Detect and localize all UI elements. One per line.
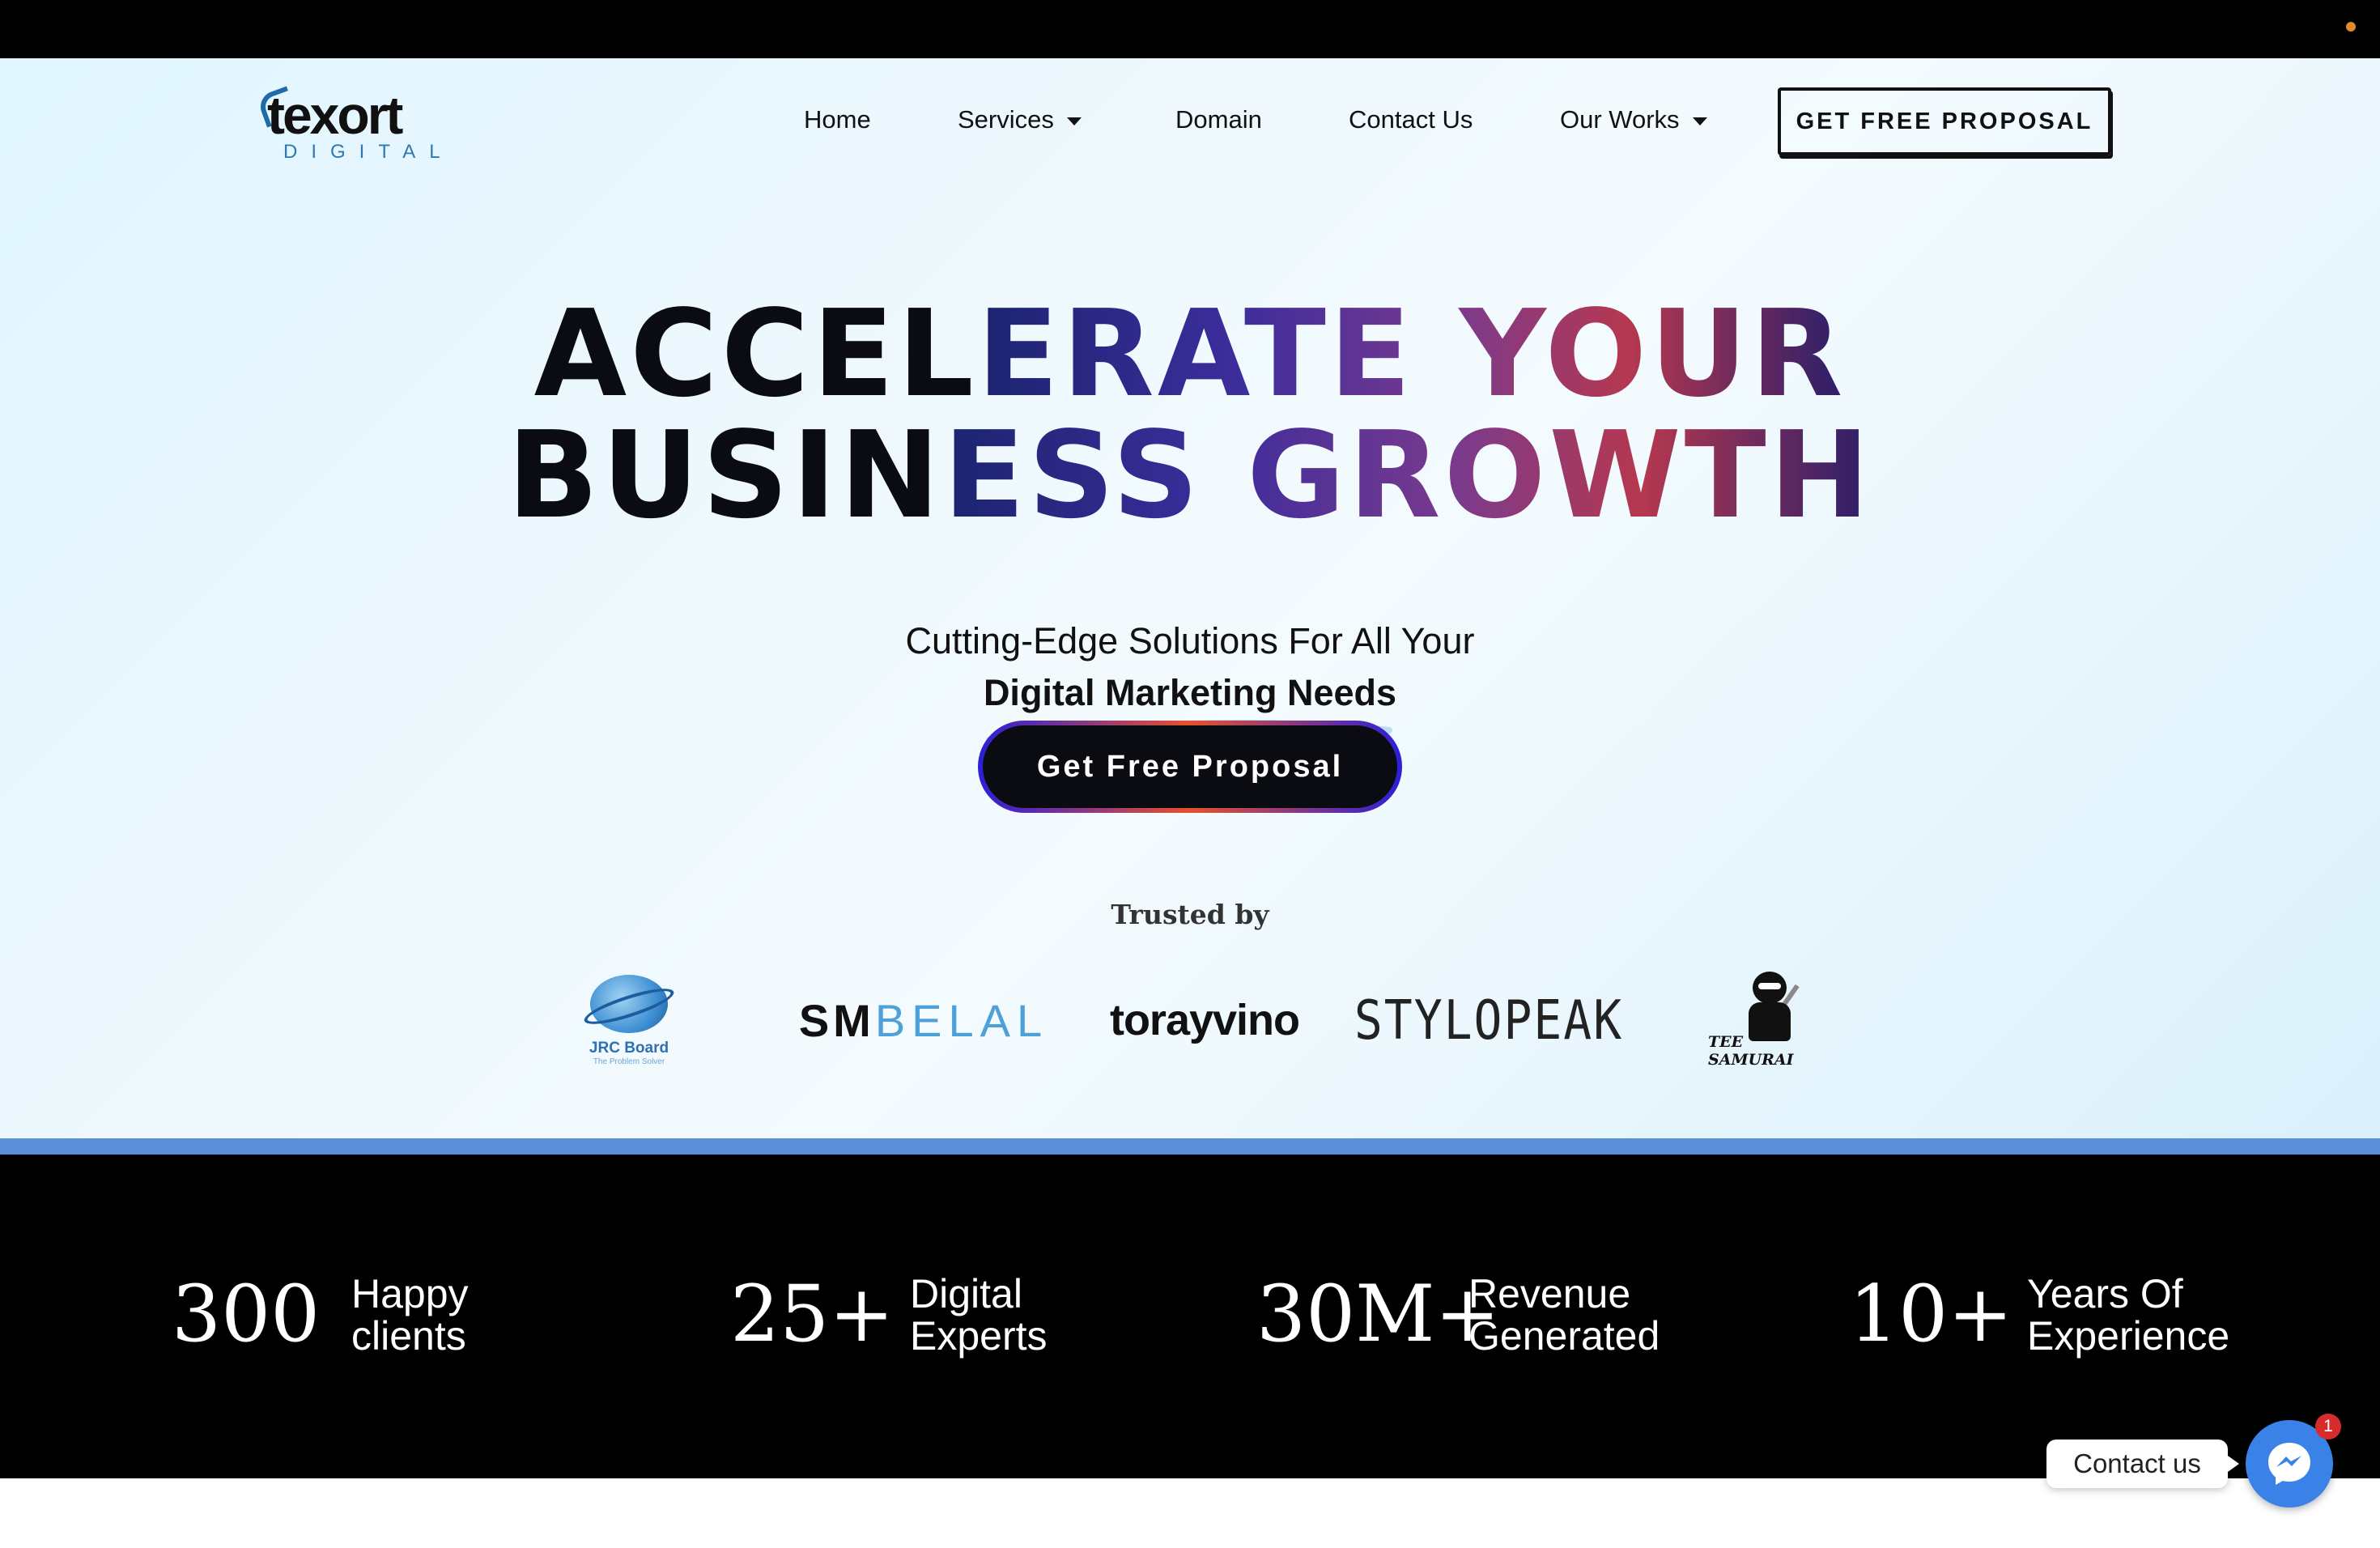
- stat-label: Digital Experts: [910, 1273, 1048, 1357]
- nav-contact-label: Contact Us: [1349, 105, 1473, 134]
- stat-label-line-2: clients: [351, 1313, 466, 1359]
- headline-line-2-plain: BUSIN: [507, 406, 944, 545]
- hero-section: texort DIGITAL Home Services Domain Cont…: [0, 58, 2380, 1140]
- headline-line-1: ACCELERATE YOUR: [0, 293, 2380, 415]
- hero-headline: ACCELERATE YOUR BUSINESS GROWTH: [0, 293, 2380, 536]
- contact-us-bubble[interactable]: Contact us: [2046, 1440, 2239, 1488]
- stat-label-line-1: Digital: [910, 1271, 1022, 1316]
- nav-services-label: Services: [958, 105, 1054, 134]
- nav-services[interactable]: Services: [958, 104, 1082, 136]
- get-free-proposal-header-button[interactable]: GET FREE PROPOSAL: [1778, 87, 2111, 155]
- next-section: [0, 1478, 2380, 1548]
- brand-logo-tee-samurai: TEE SAMURAI: [1708, 972, 1830, 1069]
- status-dot: [2346, 22, 2356, 32]
- jrc-globe-icon: [580, 974, 678, 1033]
- stat-label-line-1: Years Of: [2027, 1271, 2183, 1316]
- jrc-name: JRC Board: [589, 1039, 669, 1057]
- hero-subtitle-line-2: Digital Marketing Needs: [983, 672, 1397, 713]
- brand-logo-stylopeak: STYLOPEAK: [1354, 988, 1624, 1053]
- ninja-icon: [1740, 972, 1800, 1041]
- chevron-down-icon: [1066, 117, 1082, 125]
- nav-contact-us[interactable]: Contact Us: [1349, 104, 1473, 136]
- stat-label-line-1: Happy: [351, 1271, 469, 1316]
- stat-label: Happy clients: [351, 1273, 469, 1357]
- nav-home-label: Home: [804, 105, 871, 134]
- nav-our-works[interactable]: Our Works: [1560, 104, 1707, 136]
- headline-line-2: BUSINESS GROWTH: [0, 415, 2380, 536]
- jrc-tagline: The Problem Solver: [593, 1057, 665, 1066]
- stat-number: 10+: [1849, 1269, 2013, 1359]
- stat-label-line-1: Revenue: [1468, 1271, 1631, 1316]
- logo-subtitle: DIGITAL: [283, 141, 454, 163]
- brand-logo-torayvino: torayvino: [1109, 996, 1300, 1044]
- headline-line-2-galaxy: ESS GROWTH: [943, 406, 1873, 545]
- headline-line-1-plain: ACCEL: [533, 284, 977, 423]
- headline-line-1-galaxy: ERATE YOUR: [976, 284, 1847, 423]
- messenger-icon: [2268, 1443, 2310, 1485]
- stat-label-line-2: Generated: [1468, 1313, 1660, 1359]
- brand-logo-smbelal: SM BELAL: [799, 972, 1042, 1069]
- get-free-proposal-hero-label: Get Free Proposal: [983, 725, 1397, 808]
- stat-label-line-2: Experience: [2027, 1313, 2230, 1359]
- section-divider: [0, 1138, 2380, 1155]
- brand-logo-jrc-board: JRC Board The Problem Solver: [576, 972, 682, 1069]
- get-free-proposal-hero-button[interactable]: Get Free Proposal: [978, 721, 1402, 813]
- stat-number: 25+: [730, 1269, 895, 1359]
- stat-number: 30M+: [1256, 1269, 1500, 1359]
- nav-domain-label: Domain: [1175, 105, 1262, 134]
- logo-wordmark: texort: [267, 85, 403, 145]
- nav-domain[interactable]: Domain: [1175, 104, 1262, 136]
- nav-home[interactable]: Home: [804, 104, 871, 136]
- logo[interactable]: texort DIGITAL: [256, 85, 440, 162]
- nav-our-works-label: Our Works: [1560, 105, 1680, 134]
- top-bar: [0, 0, 2380, 58]
- stat-number: 300: [172, 1269, 321, 1359]
- trusted-by-heading: Trusted by: [1111, 899, 1269, 930]
- stat-label: Revenue Generated: [1468, 1273, 1660, 1357]
- smbelal-sm: SM: [798, 994, 875, 1046]
- hero-subtitle-line-1: Cutting-Edge Solutions For All Your: [905, 620, 1475, 661]
- notification-badge: 1: [2315, 1414, 2341, 1440]
- stat-label: Years Of Experience: [2027, 1273, 2229, 1357]
- smbelal-belal: BELAL: [874, 994, 1049, 1046]
- stat-label-line-2: Experts: [910, 1313, 1048, 1359]
- chevron-down-icon: [1692, 117, 1707, 125]
